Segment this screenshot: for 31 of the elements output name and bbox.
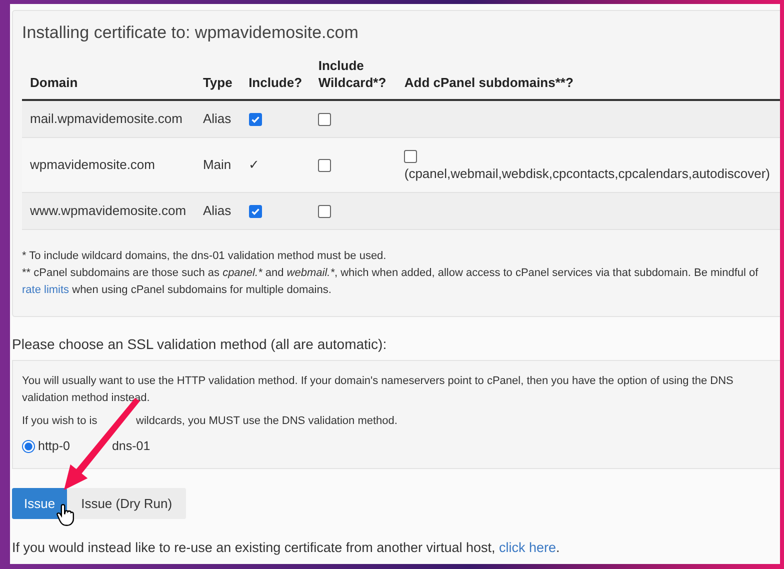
- checkbox[interactable]: [318, 159, 332, 172]
- section-heading: Please choose an SSL validation method (all are automatic):: [12, 336, 388, 352]
- radio-label[interactable]: http-0: [38, 438, 70, 455]
- footnote: * To include wildcard domains, the dns-01 validation method must be used.: [22, 249, 388, 264]
- domain-cell: mail.wpmavidemosite.com: [22, 100, 195, 138]
- checkbox[interactable]: [318, 113, 332, 126]
- dry-run-button[interactable]: Issue (Dry Run): [67, 488, 186, 519]
- type-cell: Main: [194, 138, 241, 192]
- info-text: You will usually want to use the HTTP validation method. If your domain's nameservers point to cPanel, then you have the option of using the DNS validation method instead.: [22, 374, 734, 406]
- checkbox[interactable]: [318, 205, 332, 218]
- click-here-link[interactable]: click here: [499, 540, 556, 555]
- radio-button[interactable]: [22, 440, 35, 453]
- footnote: when using cPanel subdomains for multiple domains.: [72, 284, 332, 296]
- type-cell: Alias: [194, 100, 241, 138]
- reuse-text: If you would instead like to re-use an existing certificate from another virtual host,: [12, 540, 496, 555]
- info-text: If you wish to is: [22, 414, 98, 429]
- domain-cell: www.wpmavidemosite.com: [22, 192, 195, 230]
- checkbox[interactable]: [248, 205, 262, 218]
- reuse-text: .: [556, 540, 560, 555]
- checkbox[interactable]: [404, 150, 418, 164]
- domain-cell: wpmavidemosite.com: [22, 138, 195, 192]
- issue-button[interactable]: Issue: [12, 488, 68, 519]
- rate-limits-link[interactable]: rate limits: [22, 284, 70, 296]
- tick-mark: ✓: [248, 157, 260, 172]
- info-text: wildcards, you MUST use the DNS validation method.: [136, 414, 398, 429]
- footnote: ** cPanel subdomains are those such as cpanel.* and webmail.*, which when added, allow access to cPanel services via that subdomain. Be mindful of: [22, 266, 760, 281]
- subdomains-label: (cpanel,webmail,webdisk,cpcontacts,cpcalendars,autodiscover): [404, 166, 770, 181]
- panel-title: Installing certificate to: wpmavidemosite.com: [22, 23, 360, 43]
- radio-label[interactable]: dns-01: [112, 438, 150, 455]
- type-cell: Alias: [194, 192, 241, 230]
- checkbox[interactable]: [248, 113, 262, 126]
